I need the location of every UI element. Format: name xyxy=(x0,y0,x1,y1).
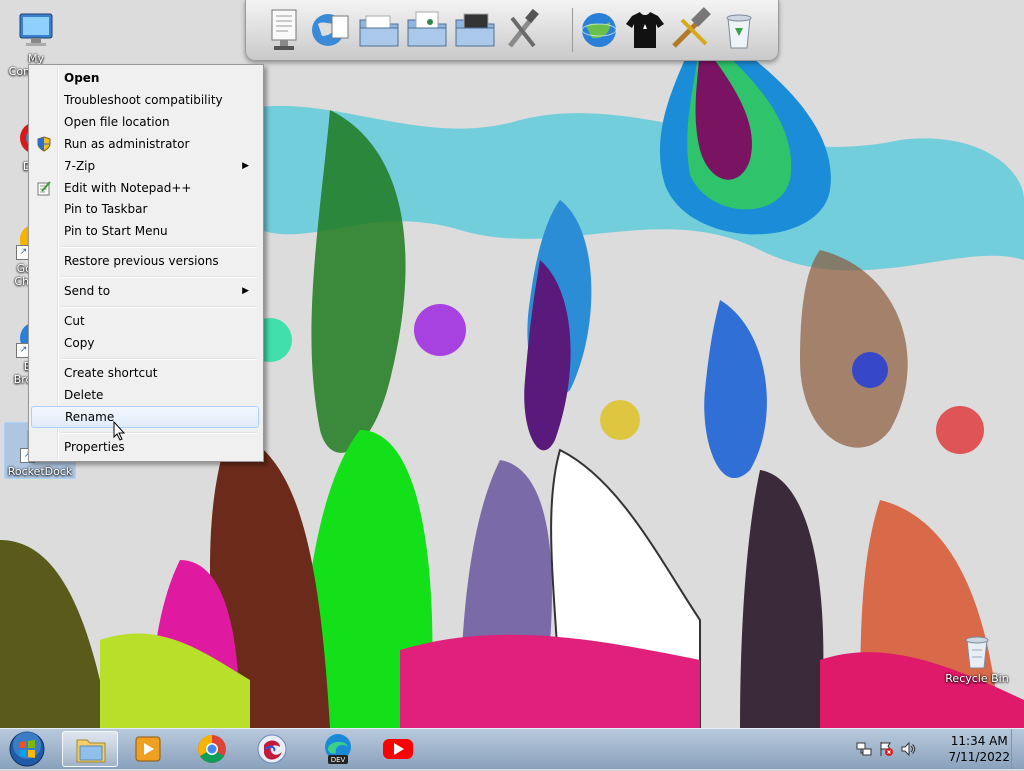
youtube-icon xyxy=(383,739,413,759)
folder-pictures-icon[interactable] xyxy=(452,6,498,54)
network-icon[interactable] xyxy=(856,741,872,757)
hammer-wrench-icon[interactable] xyxy=(668,6,714,54)
browser-icon xyxy=(257,734,287,764)
menu-item-label: Open xyxy=(64,71,100,85)
menu-item-pin-to-taskbar[interactable]: Pin to Taskbar xyxy=(31,198,259,220)
clock-date: 7/11/2022 xyxy=(948,750,1010,764)
menu-item-troubleshoot-compatibility[interactable]: Troubleshoot compatibility xyxy=(31,89,259,111)
menu-item-rename[interactable]: Rename xyxy=(31,406,259,428)
submenu-arrow-icon: ▶ xyxy=(242,161,249,171)
dock-separator xyxy=(572,8,573,52)
menu-item-edit-with-notepad-plus-plus[interactable]: Edit with Notepad++ xyxy=(31,177,259,199)
menu-item-7-zip[interactable]: 7-Zip ▶ xyxy=(31,155,259,177)
tshirt-icon[interactable] xyxy=(622,6,668,54)
menu-item-label: Run as administrator xyxy=(64,137,190,151)
recycle-bin-icon xyxy=(957,630,997,670)
submenu-arrow-icon: ▶ xyxy=(242,286,249,296)
desktop-icon-label: Recycle Bin xyxy=(945,672,1009,685)
folder-music-icon[interactable] xyxy=(404,6,450,54)
show-desktop-button[interactable] xyxy=(1011,729,1024,769)
globe-document-icon[interactable] xyxy=(308,6,354,54)
menu-item-run-as-administrator[interactable]: Run as administrator xyxy=(31,133,259,155)
menu-item-label: Pin to Start Menu xyxy=(64,224,168,238)
desktop-icon-label: RocketDock xyxy=(7,465,73,478)
folder-icon[interactable] xyxy=(356,6,402,54)
menu-item-label: Pin to Taskbar xyxy=(64,202,148,216)
menu-item-send-to[interactable]: Send to ▶ xyxy=(31,280,259,302)
menu-item-copy[interactable]: Copy xyxy=(31,332,259,354)
file-explorer-icon xyxy=(76,739,106,763)
mouse-cursor-icon xyxy=(113,421,126,441)
system-tray: 11:34 AM 7/11/2022 xyxy=(854,729,1024,769)
menu-item-label: 7-Zip xyxy=(64,159,96,173)
menu-item-open[interactable]: Open xyxy=(31,67,259,89)
taskbar: DEV 11:34 AM 7/11/2022 xyxy=(0,728,1024,769)
menu-separator xyxy=(61,246,257,248)
chrome-icon xyxy=(198,735,226,763)
menu-separator xyxy=(61,358,257,360)
document-monitor-icon[interactable] xyxy=(262,6,308,54)
desktop[interactable]: My Computer Data ↗ Google Chrome ↗ Bing … xyxy=(0,0,1024,728)
menu-separator xyxy=(61,306,257,308)
computer-icon xyxy=(16,10,56,50)
menu-item-label: Delete xyxy=(64,388,104,402)
menu-item-label: Properties xyxy=(64,440,125,454)
media-player-icon xyxy=(135,736,161,762)
menu-item-label: Create shortcut xyxy=(64,366,158,380)
menu-separator xyxy=(61,432,257,434)
menu-separator xyxy=(61,276,257,278)
desktop-icon-recycle-bin[interactable]: Recycle Bin xyxy=(940,630,1014,685)
menu-item-label: Restore previous versions xyxy=(64,254,219,268)
menu-item-pin-to-start-menu[interactable]: Pin to Start Menu xyxy=(31,220,259,242)
svg-text:DEV: DEV xyxy=(331,756,346,764)
taskbar-media-player-button[interactable] xyxy=(120,731,176,767)
menu-item-label: Send to xyxy=(64,284,111,298)
start-button[interactable] xyxy=(4,730,50,768)
edge-dev-icon: DEV xyxy=(325,734,351,764)
menu-item-label: Cut xyxy=(64,314,85,328)
taskbar-youtube-button[interactable] xyxy=(370,731,426,767)
context-menu: Open Troubleshoot compatibility Open fil… xyxy=(28,64,264,462)
volume-icon[interactable] xyxy=(900,741,916,757)
clock[interactable]: 11:34 AM 7/11/2022 xyxy=(948,733,1010,765)
tools-icon[interactable] xyxy=(500,6,546,54)
menu-item-restore-previous-versions[interactable]: Restore previous versions xyxy=(31,250,259,272)
menu-item-delete[interactable]: Delete xyxy=(31,384,259,406)
menu-item-label: Rename xyxy=(65,410,115,424)
menu-item-label: Edit with Notepad++ xyxy=(64,181,192,195)
taskbar-browser-button[interactable] xyxy=(244,731,300,767)
menu-item-properties[interactable]: Properties xyxy=(31,436,259,458)
clock-time: 11:34 AM xyxy=(950,734,1008,748)
taskbar-edge-dev-button[interactable]: DEV xyxy=(310,731,366,767)
recycle-bin-icon[interactable] xyxy=(716,6,762,54)
uac-shield-icon xyxy=(36,136,52,152)
globe-network-icon[interactable] xyxy=(576,6,622,54)
menu-item-label: Copy xyxy=(64,336,95,350)
menu-item-label: Troubleshoot compatibility xyxy=(64,93,223,107)
windows-orb-icon xyxy=(9,731,45,767)
rocketdock-bar xyxy=(245,0,779,61)
notepad-plus-icon xyxy=(36,180,52,196)
menu-item-create-shortcut[interactable]: Create shortcut xyxy=(31,362,259,384)
taskbar-file-explorer-button[interactable] xyxy=(62,731,118,767)
menu-item-cut[interactable]: Cut xyxy=(31,310,259,332)
taskbar-chrome-button[interactable] xyxy=(184,731,240,767)
flag-error-icon[interactable] xyxy=(878,741,894,757)
menu-item-open-file-location[interactable]: Open file location xyxy=(31,111,259,133)
menu-item-label: Open file location xyxy=(64,115,170,129)
